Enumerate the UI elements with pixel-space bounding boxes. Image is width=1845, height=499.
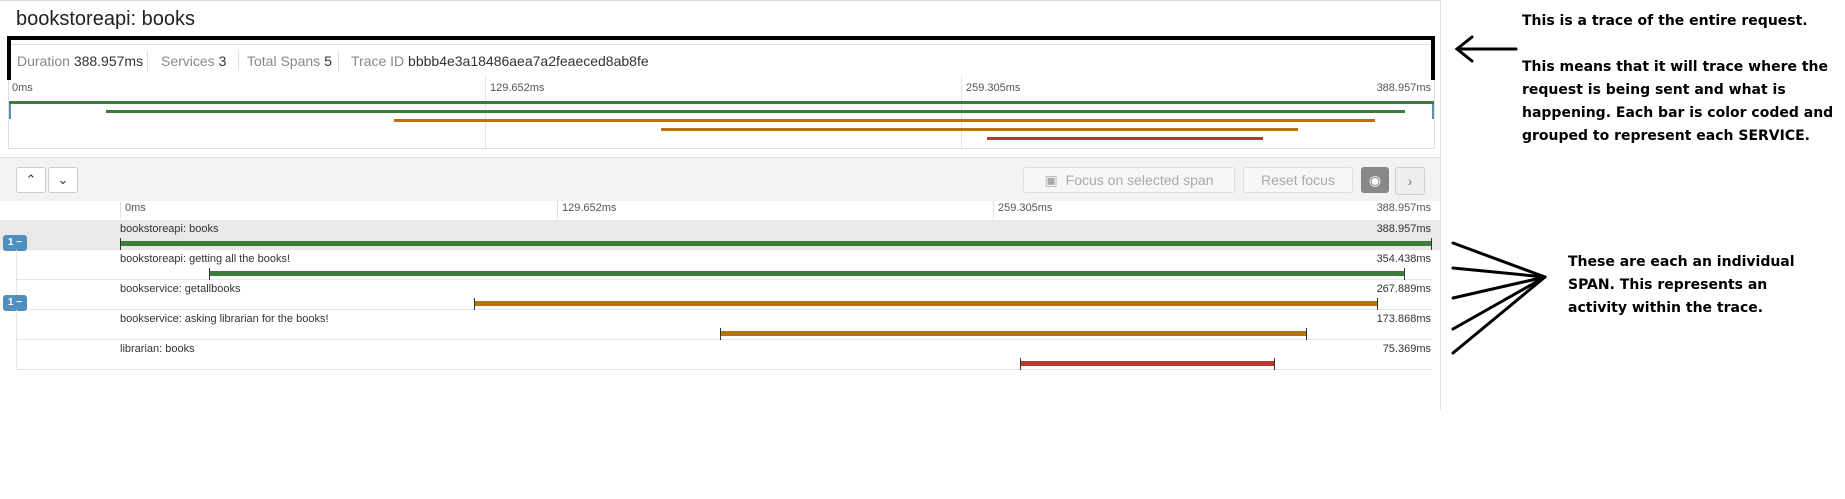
axis-gridline	[993, 201, 994, 219]
minimap-span-bar	[106, 110, 1405, 113]
trace-note-line: request is being sent and what is	[1522, 82, 1786, 98]
axis-gridline	[120, 201, 121, 219]
span-annotation: These are each an individual SPAN. This …	[1568, 251, 1795, 320]
minimap-tick-0: 0ms	[12, 82, 33, 94]
span-bar-cap	[1403, 268, 1405, 280]
span-row[interactable]: bookstoreapi: books 388.957ms 1 −	[0, 220, 1440, 251]
span-bar-cap	[473, 298, 475, 310]
minimap-span-bar	[9, 101, 1434, 104]
span-note-line: activity within the trace.	[1568, 300, 1764, 316]
span-bar[interactable]	[719, 331, 1306, 336]
span-name: bookservice: getallbooks	[120, 283, 241, 295]
span-bar-cap	[1376, 298, 1378, 310]
top-border	[0, 0, 1440, 1]
span-bar-cap	[1305, 328, 1307, 340]
collapse-toggle-badge[interactable]: 1 −	[3, 235, 27, 251]
span-name: bookservice: asking librarian for the bo…	[120, 313, 329, 325]
span-name: librarian: books	[120, 343, 195, 355]
axis-tick-0: 0ms	[125, 202, 146, 214]
axis-tick-2: 259.305ms	[998, 202, 1053, 214]
span-arrow-icon	[1451, 241, 1547, 279]
axis-tick-3: 388.957ms	[1376, 202, 1431, 214]
trace-note-line	[1522, 33, 1833, 56]
reset-focus-button[interactable]: Reset focus	[1243, 167, 1353, 193]
reset-focus-label: Reset focus	[1261, 172, 1335, 188]
span-bar[interactable]	[209, 271, 1404, 276]
span-duration: 267.889ms	[1376, 283, 1431, 295]
toggle-visibility-button[interactable]: ◉	[1361, 167, 1389, 193]
minimap-tick-2: 259.305ms	[966, 82, 1021, 94]
minimap-tick-3: 388.957ms	[1376, 82, 1431, 94]
row-divider	[16, 369, 1432, 370]
tree-line	[16, 250, 17, 280]
span-row[interactable]: bookservice: asking librarian for the bo…	[0, 310, 1440, 340]
minimap-span-bar	[661, 128, 1299, 131]
span-bar-cap	[120, 238, 121, 250]
trace-note-line: This is a trace of the entire request.	[1522, 13, 1808, 29]
chevron-down-icon: ⌄	[57, 172, 69, 187]
span-bar[interactable]	[1019, 361, 1274, 366]
span-bar-cap	[209, 268, 211, 280]
trace-note-line: happening. Each bar is color coded and	[1522, 105, 1834, 121]
span-note-line: These are each an individual	[1568, 254, 1795, 270]
timeline-axis: 0ms 129.652ms 259.305ms 388.957ms	[0, 201, 1440, 219]
focus-icon: ▣	[1044, 172, 1058, 188]
span-duration: 75.369ms	[1382, 343, 1431, 355]
trace-arrow-head-icon	[1454, 35, 1474, 63]
tree-line	[16, 340, 17, 370]
span-arrow-icon	[1451, 275, 1547, 331]
span-bar-cap	[1273, 358, 1275, 370]
span-row[interactable]: bookstoreapi: getting all the books! 354.…	[0, 250, 1440, 280]
span-duration: 388.957ms	[1376, 223, 1431, 235]
span-duration: 354.438ms	[1376, 253, 1431, 265]
span-arrow-icon	[1451, 275, 1547, 355]
minimap-tick-1: 129.652ms	[490, 82, 545, 94]
expand-details-button[interactable]: ›	[1395, 167, 1425, 195]
span-note-line: SPAN. This represents an	[1568, 277, 1768, 293]
span-bar[interactable]	[120, 241, 1431, 246]
span-arrow-icon	[1451, 266, 1547, 279]
minimap-span-bar	[987, 137, 1264, 140]
span-bar-cap	[1431, 238, 1432, 250]
span-duration: 173.868ms	[1376, 313, 1431, 325]
trace-minimap[interactable]: 0ms 129.652ms 259.305ms 388.957ms	[8, 76, 1435, 149]
chevron-up-icon: ⌃	[25, 172, 37, 187]
span-arrow-icon	[1451, 275, 1547, 300]
span-bar[interactable]	[473, 301, 1377, 306]
trace-highlight-box	[7, 36, 1435, 80]
minimap-span-bar	[393, 119, 1376, 122]
collapse-toggle-badge[interactable]: 1 −	[3, 295, 27, 311]
axis-gridline	[557, 201, 558, 219]
focus-selected-span-button[interactable]: ▣ Focus on selected span	[1023, 167, 1235, 193]
trace-note-line: This means that it will trace where the	[1522, 59, 1829, 75]
axis-tick-1: 129.652ms	[562, 202, 617, 214]
span-row[interactable]: librarian: books 75.369ms	[0, 340, 1440, 370]
span-name: bookstoreapi: books	[120, 223, 219, 235]
trace-note-line: grouped to represent each SERVICE.	[1522, 128, 1810, 144]
next-span-button[interactable]: ⌄	[48, 167, 78, 193]
timeline-toolbar: ⌃ ⌄ ▣ Focus on selected span Reset focus …	[0, 157, 1440, 202]
trace-annotation: This is a trace of the entire request. T…	[1522, 10, 1833, 148]
eye-icon: ◉	[1368, 172, 1382, 188]
span-bar-cap	[719, 328, 721, 340]
previous-span-button[interactable]: ⌃	[16, 167, 46, 193]
tree-line	[16, 310, 17, 340]
span-name: bookstoreapi: getting all the books!	[120, 253, 291, 265]
span-row[interactable]: bookservice: getallbooks 267.889ms 1 −	[0, 280, 1440, 311]
chevron-right-icon: ›	[1407, 173, 1413, 189]
span-bar-cap	[1019, 358, 1021, 370]
trace-title: bookstoreapi: books	[16, 8, 196, 30]
focus-label: Focus on selected span	[1065, 172, 1214, 188]
